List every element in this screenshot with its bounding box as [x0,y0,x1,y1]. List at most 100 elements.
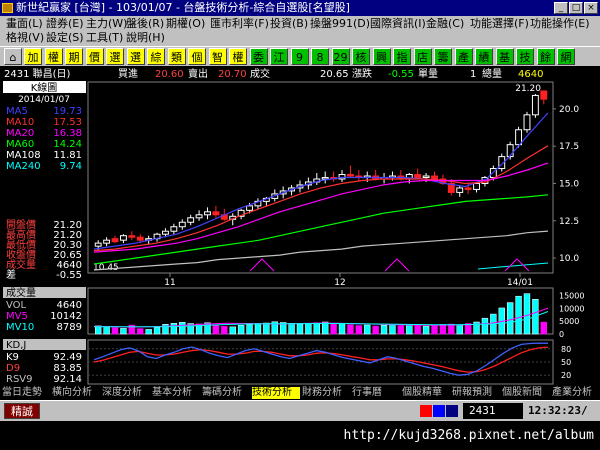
volume-bar [179,321,186,335]
toolbar-button[interactable]: 基 [495,48,514,65]
toolbar-button[interactable]: 個 [188,48,206,65]
toolbar-button[interactable]: 績 [475,48,493,65]
candle-up [321,177,329,180]
ma60-line [93,194,549,265]
analysis-tab[interactable]: 橫向分析 [52,387,100,399]
candle-up [523,114,531,131]
analysis-tab[interactable]: 個股新聞 [502,387,550,399]
toolbar-button[interactable]: 核 [352,48,370,65]
title-bar: 新世紀贏家 [台灣] - 103/01/07 - 台盤技術分析-綜合自選股[名望… [0,0,600,16]
volume-bar [355,325,363,335]
toolbar-button[interactable]: 選 [106,48,124,65]
toolbar-button[interactable]: 權 [44,48,63,65]
home-icon[interactable]: ⌂ [4,48,22,65]
menu-item[interactable]: 主力(W) [86,17,127,31]
volume-label: 成交量 [6,286,36,299]
candle-up [515,129,523,146]
signal-marker [384,258,410,272]
toolbar-button[interactable]: 店 [413,48,432,65]
quote-volume: 1 [470,69,476,80]
menu-item[interactable]: 投資(B) [270,17,308,31]
menu-item[interactable]: 功能操作(E) [530,17,590,31]
quote-change: -0.55 [388,69,414,80]
mv10-value: 8789 [57,322,82,333]
analysis-tab[interactable]: 行事曆 [352,387,400,399]
menu-item[interactable]: 操盤991(D) [310,17,370,31]
candle-down [414,174,422,178]
status-stock-code: 2431 [463,403,523,419]
toolbar-button[interactable]: 產 [454,48,473,65]
volume-bar [305,323,312,335]
candle-up [94,242,102,247]
toolbar-button[interactable]: 選 [126,48,145,65]
toolbar-button[interactable]: 智 [208,48,227,65]
quote-stock-name: 2431 聯昌(日) [4,68,71,80]
y-tick-label: 20.0 [559,105,579,115]
minimize-button[interactable]: _ [554,2,568,14]
analysis-tab[interactable]: 個股精華 [402,387,450,399]
toolbar-button[interactable]: 綜 [147,48,165,65]
quote-total-label: 總量 [482,67,502,80]
quote-ask: 20.70 [218,69,247,80]
maximize-button[interactable]: □ [569,2,583,14]
toolbar-button[interactable]: 價 [85,48,104,65]
volume-bar [263,322,270,335]
menu-item[interactable]: 畫面(L) [6,17,43,31]
volume-bar [153,327,161,335]
volume-bar [170,323,178,335]
volume-bar [137,328,144,335]
volume-bar [422,325,430,335]
quote-bid: 20.60 [155,69,184,80]
toolbar-button[interactable]: 29 [331,48,350,65]
toolbar-button[interactable]: 指 [393,48,411,65]
menu-item[interactable]: 設定(S) [46,31,84,45]
volume-bar [145,329,152,335]
toolbar-button[interactable]: 興 [372,48,391,65]
close-button[interactable]: × [584,2,598,14]
analysis-tab[interactable]: 基本分析 [152,387,200,399]
vol-value: 4640 [57,300,82,311]
signal-marker [249,258,275,272]
toolbar-button[interactable]: 技 [516,48,534,65]
ma-name: MA60 [6,139,34,150]
menu-item[interactable]: 說明(H) [126,31,165,45]
toolbar-button[interactable]: 籌 [434,48,452,65]
high-marker-label: 21.20 [515,84,541,94]
menu-item[interactable]: 格視(V) [6,31,44,45]
status-indicator-icon [420,405,460,417]
menu-item[interactable]: 盤後(R) [126,17,164,31]
quote-total: 4640 [518,69,543,80]
analysis-tab[interactable]: 研報預測 [452,387,500,399]
analysis-tab[interactable]: 財務分析 [302,387,350,399]
menu-item[interactable]: 期權(O) [166,17,205,31]
analysis-tab[interactable]: 技術分析 [252,387,300,399]
ma-name: MA108 [6,150,41,161]
menu-item[interactable]: 工具(T) [86,31,123,45]
toolbar-button[interactable]: 期 [65,48,83,65]
analysis-tab[interactable]: 籌碼分析 [202,387,250,399]
toolbar-button[interactable]: 江 [270,48,288,65]
menu-item[interactable]: 匯市利率(F) [210,17,269,31]
toolbar-button[interactable]: 權 [229,48,247,65]
toolbar-button[interactable]: 委 [249,48,268,65]
analysis-tab[interactable]: 產業分析 [552,387,600,399]
analysis-tab[interactable]: 當日走勢 [2,387,50,399]
candle-up [170,226,178,232]
menu-item[interactable]: 功能選擇(F) [470,17,529,31]
toolbar-button[interactable]: 加 [24,48,42,65]
toolbar-button[interactable]: 8 [311,48,329,65]
quote-trade-label: 成交 [250,67,270,80]
menu-item[interactable]: 國際資訊(I) [370,17,426,31]
ohlc-value: -0.55 [56,270,82,281]
kd-tick-label: 20 [561,371,571,380]
window-title: 新世紀贏家 [台灣] - 103/01/07 - 台盤技術分析-綜合自選股[名望… [16,1,350,14]
toolbar-button[interactable]: 餘 [536,48,555,65]
x-tick-label: 12 [334,278,345,288]
toolbar-button[interactable]: 網 [557,48,575,65]
analysis-tab[interactable]: 深度分析 [102,387,150,399]
menu-item[interactable]: 證券(E) [46,17,84,31]
candle-down [431,175,438,180]
toolbar-button[interactable]: 9 [290,48,309,65]
toolbar-button[interactable]: 類 [167,48,186,65]
menu-item[interactable]: 金融(C) [426,17,464,31]
